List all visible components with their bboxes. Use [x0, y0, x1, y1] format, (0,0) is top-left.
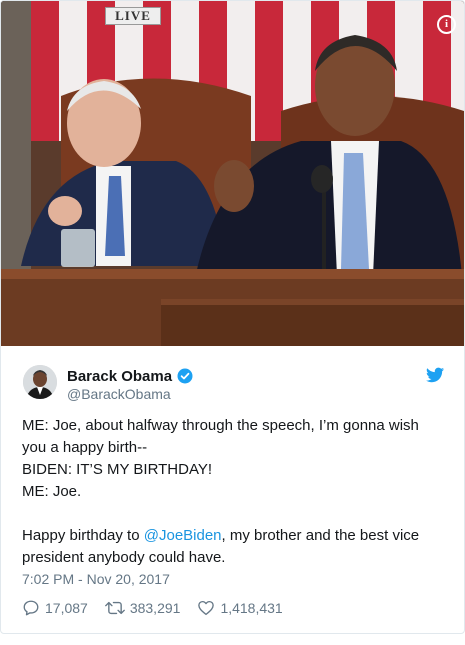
like-button[interactable]: 1,418,431 [197, 599, 283, 617]
reply-count: 17,087 [45, 600, 88, 616]
author-avatar[interactable] [23, 365, 57, 399]
retweet-button[interactable]: 383,291 [104, 599, 181, 617]
embedded-tweet-card: LIVE i Barack Obama @BarackObama ME: Joe… [0, 0, 465, 634]
heart-icon [198, 600, 215, 616]
reply-button[interactable]: 17,087 [22, 599, 88, 617]
tweet-text-part: ME: Joe, about halfway through the speec… [22, 417, 419, 544]
tweet-header: Barack Obama @BarackObama [1, 347, 464, 407]
like-count: 1,418,431 [220, 600, 283, 616]
author-handle[interactable]: @BarackObama [67, 386, 171, 402]
verified-badge-icon [177, 368, 193, 384]
tweet-timestamp[interactable]: 7:02 PM - Nov 20, 2017 [22, 571, 170, 587]
live-label: LIVE [105, 7, 161, 25]
photo-scene [1, 1, 464, 346]
tweet-photo[interactable]: LIVE i [1, 1, 464, 346]
tweet-actions: 17,087 383,291 1,418,431 [22, 599, 300, 617]
retweet-count: 383,291 [129, 600, 181, 616]
author-display-name[interactable]: Barack Obama [67, 368, 172, 385]
reply-icon [23, 600, 39, 616]
author-name-row[interactable]: Barack Obama [67, 367, 194, 385]
info-icon[interactable]: i [437, 15, 456, 34]
twitter-bird-icon[interactable] [426, 367, 444, 383]
retweet-icon [104, 601, 125, 615]
tweet-text: ME: Joe, about halfway through the speec… [22, 415, 442, 569]
mention-link[interactable]: @JoeBiden [144, 527, 222, 544]
